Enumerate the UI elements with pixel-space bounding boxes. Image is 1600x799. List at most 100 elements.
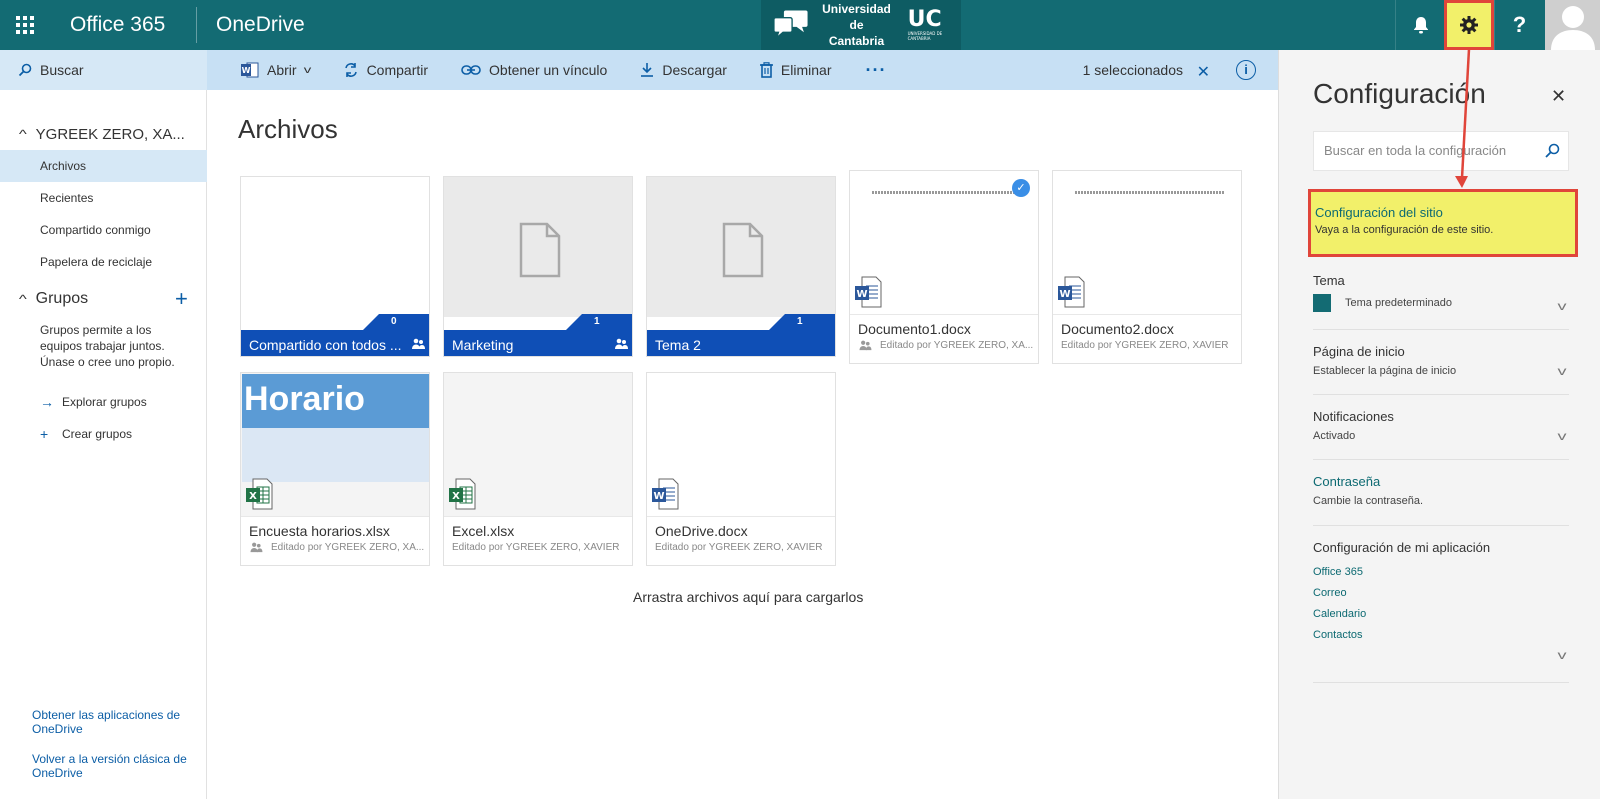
folder-preview [241,177,429,317]
file-meta: Editado por YGREEK ZERO, XAVIER [452,542,619,553]
folder-tile[interactable]: 1 Marketing [443,176,633,357]
help-button[interactable]: ? [1494,0,1544,50]
nav-item-recientes[interactable]: Recientes [0,182,207,214]
share-button[interactable]: Compartir [343,50,428,90]
file-meta-text: Editado por YGREEK ZERO, XA... [271,542,425,553]
tile-divider [1053,314,1241,315]
user-section-header[interactable]: ^ YGREEK ZERO, XA... [19,123,185,145]
app-link-contactos[interactable]: Contactos [1313,629,1569,641]
university-name-line2: Cantabria [828,34,885,48]
settings-panel: Configuración ✕ Buscar en toda la config… [1278,50,1600,799]
app-link-office365[interactable]: Office 365 [1313,566,1569,578]
add-group-button[interactable]: + [175,286,188,312]
notifications-button[interactable] [1395,0,1445,50]
classic-version-link[interactable]: Volver a la versión clásica de OneDrive [32,752,192,780]
nav-item-compartido[interactable]: Compartido conmigo [0,214,207,246]
bell-icon [1413,17,1428,34]
app-link-calendario[interactable]: Calendario [1313,608,1569,620]
theme-heading: Tema [1313,273,1345,288]
file-tile[interactable]: W OneDrive.docx Editado por YGREEK ZERO,… [646,372,836,566]
question-icon: ? [1512,12,1527,37]
open-button[interactable]: W Abrir v [241,50,311,90]
svg-text:W: W [856,289,867,300]
tile-divider [647,516,835,517]
settings-button[interactable] [1444,0,1494,50]
shared-people-icon [250,542,263,553]
download-button[interactable]: Descargar [640,50,727,90]
search-box[interactable]: Buscar [0,50,207,90]
shared-people-icon [412,338,425,349]
file-meta: Editado por YGREEK ZERO, XA... [249,542,424,553]
nav-item-papelera[interactable]: Papelera de reciclaje [0,246,207,278]
file-name: Documento1.docx [858,321,971,337]
file-meta-text: Editado por YGREEK ZERO, XA... [880,340,1034,351]
uc-letters: UC [907,7,942,32]
chevron-down-icon[interactable]: v [1558,648,1567,662]
preview-text-line [872,191,1022,194]
home-page-section[interactable]: Página de inicio Establecer la página de… [1313,344,1569,395]
excel-file-icon: X [449,478,476,510]
document-placeholder-icon [722,222,764,278]
folder-tile[interactable]: 0 Compartido con todos ... [240,176,430,357]
download-label: Descargar [662,62,727,78]
close-settings-button[interactable]: ✕ [1551,86,1566,107]
chevron-up-icon: ^ [18,292,27,306]
page-title: Archivos [238,114,338,144]
groups-title: Grupos [35,290,89,307]
theme-section[interactable]: Tema Tema predeterminado v [1313,273,1569,330]
folder-name: Marketing [444,330,632,356]
file-tile-selected[interactable]: ✓ W Documento1.docx Editado por YGREEK Z… [849,170,1039,364]
home-page-heading: Página de inicio [1313,344,1405,359]
password-heading: Contraseña [1313,474,1381,489]
site-settings-link[interactable]: Configuración del sitio Vaya a la config… [1308,189,1578,257]
link-icon [461,65,481,75]
word-file-icon: W [652,478,679,510]
notifications-section[interactable]: Notificaciones Activado v [1313,409,1569,460]
word-file-icon: W [1058,276,1085,308]
chevron-down-icon: v [1557,299,1567,313]
drop-files-hint: Arrastra archivos aquí para cargarlos [633,589,864,605]
plus-icon: + [40,426,49,442]
app-name-link[interactable]: OneDrive [216,0,305,50]
home-page-value: Establecer la página de inicio [1313,365,1457,377]
delete-button[interactable]: Eliminar [759,50,832,90]
password-desc: Cambie la contraseña. [1313,495,1424,507]
folder-name: Compartido con todos ... [241,330,429,356]
nav-item-archivos[interactable]: Archivos [0,150,207,182]
svg-text:W: W [653,491,664,502]
get-link-button[interactable]: Obtener un vínculo [461,50,607,90]
info-pane-button[interactable]: i [1236,60,1256,80]
get-apps-link[interactable]: Obtener las aplicaciones de OneDrive [32,708,192,736]
file-tile[interactable]: Horario X Encuesta horarios.xlsx Editado… [240,372,430,566]
settings-title: Configuración [1313,78,1486,109]
office-brand-link[interactable]: Office 365 [70,0,165,50]
settings-search-input[interactable]: Buscar en toda la configuración [1313,131,1569,171]
selected-check-icon[interactable]: ✓ [1012,179,1030,197]
folder-item-count: 1 [769,314,835,330]
app-launcher-button[interactable] [0,0,50,50]
folder-name: Tema 2 [647,330,835,356]
explore-groups-link[interactable]: → Explorar grupos [40,394,147,410]
file-meta: Editado por YGREEK ZERO, XAVIER [1061,340,1228,351]
search-icon [1545,143,1560,158]
create-groups-link[interactable]: + Crear grupos [40,426,132,442]
search-label: Buscar [40,62,84,78]
clear-selection-button[interactable]: ✕ [1197,62,1210,82]
shared-people-icon [859,340,872,351]
more-commands-button[interactable]: ··· [866,60,887,81]
trash-icon [759,62,773,78]
theme-value-label: Tema predeterminado [1345,297,1453,309]
app-link-correo[interactable]: Correo [1313,587,1569,599]
file-tile[interactable]: X Excel.xlsx Editado por YGREEK ZERO, XA… [443,372,633,566]
folder-tile[interactable]: 1 Tema 2 [646,176,836,357]
groups-section-header[interactable]: ^ Grupos [18,288,89,310]
file-tile[interactable]: W Documento2.docx Editado por YGREEK ZER… [1052,170,1242,364]
close-icon: ✕ [1551,86,1567,106]
password-section[interactable]: Contraseña Cambie la contraseña. [1313,474,1569,526]
file-meta-text: Editado por YGREEK ZERO, XAVIER [452,542,620,553]
create-groups-label: Crear grupos [62,427,133,441]
svg-text:X: X [249,491,257,502]
waffle-icon [16,16,34,34]
avatar[interactable] [1545,0,1600,50]
site-settings-title: Configuración del sitio [1315,205,1443,220]
